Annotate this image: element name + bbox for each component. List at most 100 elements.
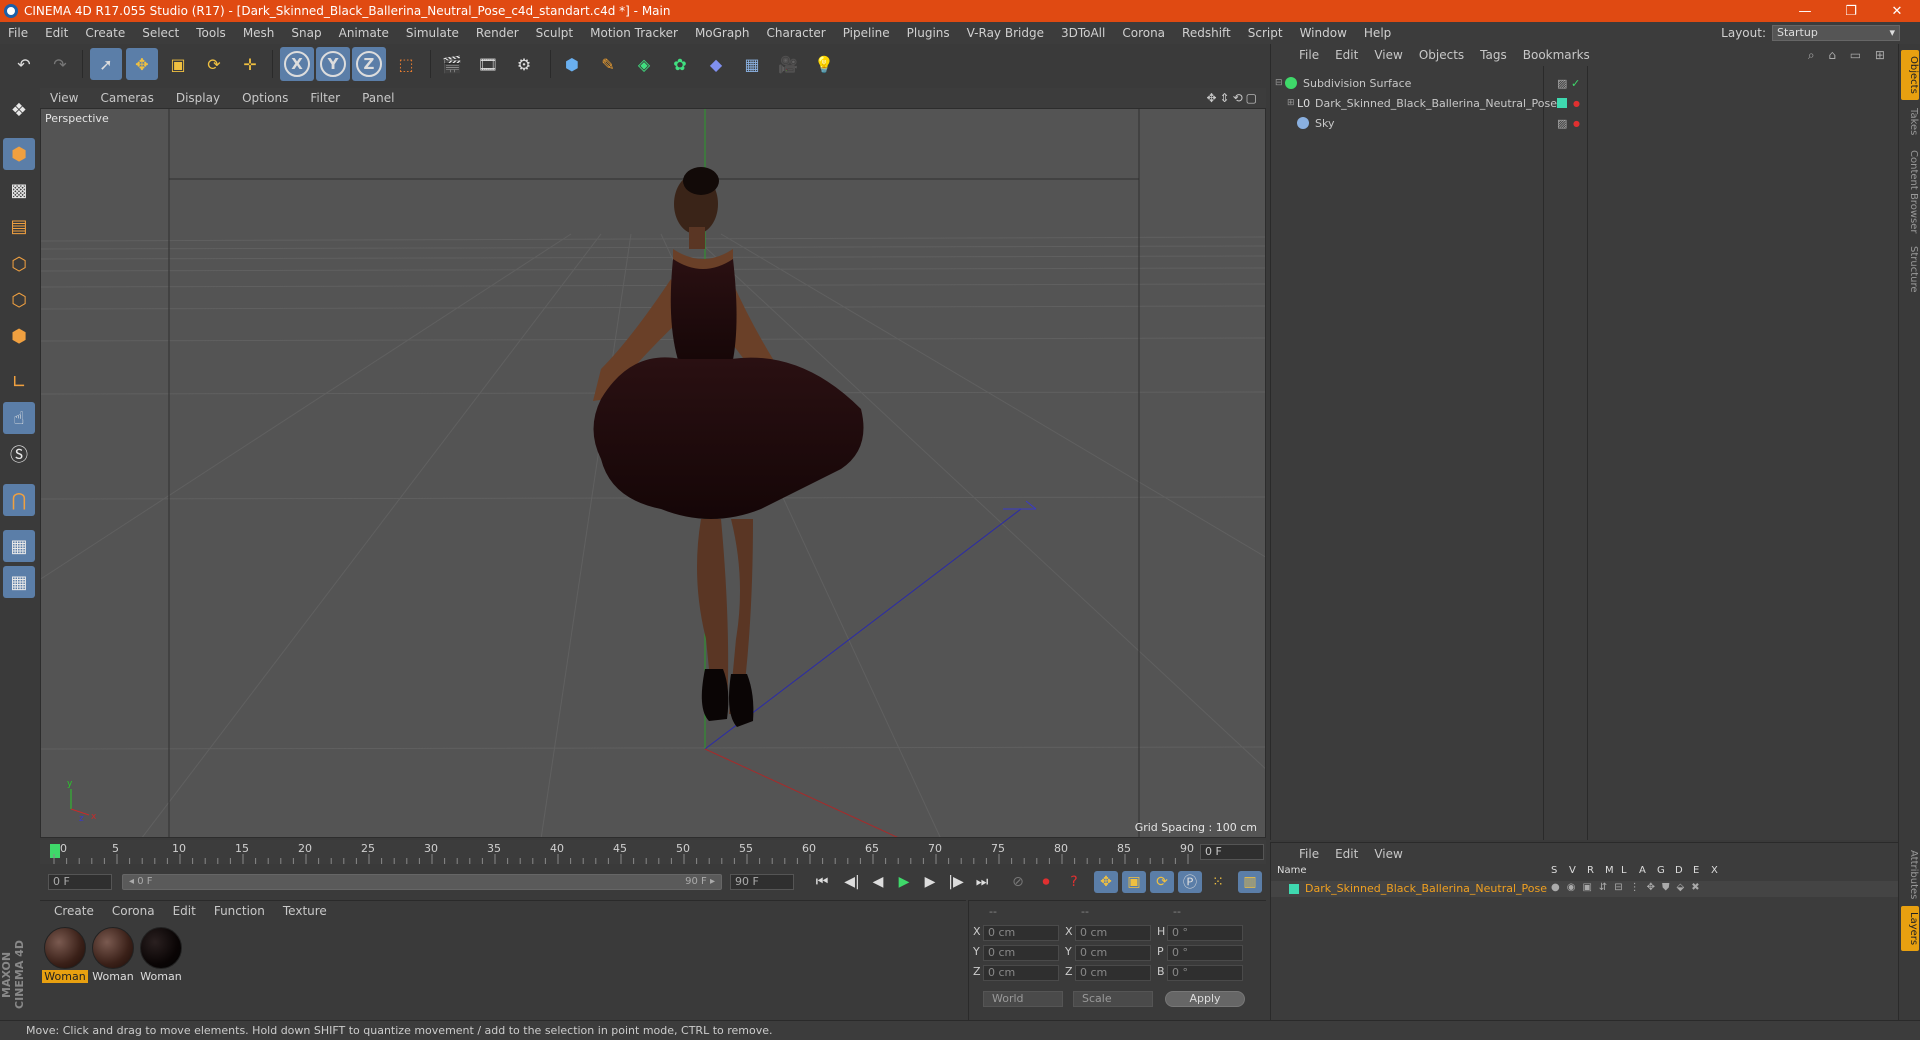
grid-snap-icon[interactable]: ▦ bbox=[3, 566, 35, 598]
menu-tools[interactable]: Tools bbox=[188, 26, 235, 40]
key-parameter-icon[interactable]: Ⓟ bbox=[1178, 871, 1202, 893]
menu-file[interactable]: File bbox=[0, 26, 37, 40]
range-slider[interactable]: ◂ 0 F 90 F ▸ bbox=[122, 874, 722, 890]
coordinate-mode-dropdown[interactable]: World bbox=[983, 991, 1063, 1007]
next-frame-icon[interactable]: ▶ bbox=[918, 871, 942, 893]
go-to-end-icon[interactable]: ⏭ bbox=[970, 871, 994, 893]
axis-mode-icon[interactable]: ∟ bbox=[3, 366, 35, 398]
points-mode-icon[interactable]: ⬡ bbox=[3, 248, 35, 280]
viewport-menu-panel[interactable]: Panel bbox=[352, 91, 406, 105]
material-tag-icon[interactable]: ▨ bbox=[1557, 117, 1567, 130]
object-menu-tags[interactable]: Tags bbox=[1474, 48, 1517, 62]
edges-mode-icon[interactable]: ⬡ bbox=[3, 284, 35, 316]
subdivision-generator-icon[interactable]: ◈ bbox=[628, 48, 660, 80]
make-editable-icon[interactable]: ❖ bbox=[3, 94, 35, 126]
pen-spline-icon[interactable]: ✎ bbox=[592, 48, 624, 80]
material-menu-create[interactable]: Create bbox=[46, 904, 104, 918]
size-z-field[interactable]: 0 cm bbox=[1075, 965, 1151, 981]
size-x-field[interactable]: 0 cm bbox=[1075, 925, 1151, 941]
object-menu-edit[interactable]: Edit bbox=[1329, 48, 1368, 62]
key-scale-icon[interactable]: ▣ bbox=[1122, 871, 1146, 893]
object-row-ballerina[interactable]: ⊞ L0 Dark_Skinned_Black_Ballerina_Neutra… bbox=[1275, 94, 1895, 112]
menu-sculpt[interactable]: Sculpt bbox=[528, 26, 582, 40]
tab-objects[interactable]: Objects bbox=[1901, 50, 1919, 100]
coordinate-system-icon[interactable]: ⬚ bbox=[390, 48, 422, 80]
size-y-field[interactable]: 0 cm bbox=[1075, 945, 1151, 961]
menu-render[interactable]: Render bbox=[468, 26, 528, 40]
position-z-field[interactable]: 0 cm bbox=[983, 965, 1059, 981]
enabled-check-icon[interactable]: ✓ bbox=[1571, 77, 1580, 90]
object-menu-objects[interactable]: Objects bbox=[1413, 48, 1474, 62]
menu-redshift[interactable]: Redshift bbox=[1174, 26, 1240, 40]
y-axis-lock-button[interactable]: Y bbox=[316, 47, 350, 81]
tab-structure[interactable]: Structure bbox=[1901, 240, 1919, 299]
z-axis-lock-button[interactable]: Z bbox=[352, 47, 386, 81]
viewport-menu-cameras[interactable]: Cameras bbox=[90, 91, 165, 105]
rotation-h-field[interactable]: 0 ° bbox=[1167, 925, 1243, 941]
render-settings-icon[interactable]: ⚙ bbox=[508, 48, 540, 80]
rotation-p-field[interactable]: 0 ° bbox=[1167, 945, 1243, 961]
solo-mode-icon[interactable]: Ⓢ bbox=[3, 438, 35, 470]
layer-menu-file[interactable]: File bbox=[1293, 847, 1329, 861]
visibility-dots-icon[interactable]: ● bbox=[1573, 99, 1580, 108]
layer-color-tag[interactable] bbox=[1557, 98, 1567, 108]
expand-toggle-icon[interactable]: ⊞ bbox=[1275, 98, 1297, 108]
minimize-button[interactable]: — bbox=[1782, 4, 1828, 19]
viewport-navigation-icons[interactable]: ✥⇕⟲▢ bbox=[1206, 91, 1266, 105]
material-swatch[interactable]: Woman bbox=[42, 927, 88, 985]
close-button[interactable]: ✕ bbox=[1874, 4, 1920, 19]
light-icon[interactable]: 💡 bbox=[808, 48, 840, 80]
visibility-dots-icon[interactable]: ● bbox=[1573, 119, 1580, 128]
menu-select[interactable]: Select bbox=[134, 26, 188, 40]
undo-icon[interactable]: ↶ bbox=[8, 48, 40, 80]
tab-attributes[interactable]: Attributes bbox=[1901, 844, 1919, 905]
menu-pipeline[interactable]: Pipeline bbox=[835, 26, 899, 40]
material-menu-corona[interactable]: Corona bbox=[104, 904, 165, 918]
menu-mesh[interactable]: Mesh bbox=[235, 26, 284, 40]
object-row-sky[interactable]: Sky ▨ ● bbox=[1275, 114, 1895, 132]
deformer-icon[interactable]: ◆ bbox=[700, 48, 732, 80]
key-position-icon[interactable]: ✥ bbox=[1094, 871, 1118, 893]
x-axis-lock-button[interactable]: X bbox=[280, 47, 314, 81]
3d-viewport[interactable]: y x z Perspective Grid Spacing : 100 cm bbox=[40, 108, 1266, 838]
tab-takes[interactable]: Takes bbox=[1901, 102, 1919, 141]
key-pla-icon[interactable]: ⁙ bbox=[1206, 871, 1230, 893]
layout-dropdown[interactable]: Startup bbox=[1772, 25, 1900, 41]
menu-vray-bridge[interactable]: V-Ray Bridge bbox=[959, 26, 1053, 40]
layer-menu-view[interactable]: View bbox=[1368, 847, 1412, 861]
viewport-menu-options[interactable]: Options bbox=[232, 91, 300, 105]
redo-icon[interactable]: ↷ bbox=[44, 48, 76, 80]
menu-help[interactable]: Help bbox=[1356, 26, 1400, 40]
camera-icon[interactable]: 🎥 bbox=[772, 48, 804, 80]
object-manager-search-icon[interactable]: ⌕ ⌂ ▭ ⊞ bbox=[1808, 48, 1898, 63]
menu-create[interactable]: Create bbox=[77, 26, 134, 40]
previous-key-icon[interactable]: ◀| bbox=[840, 871, 864, 893]
menu-corona[interactable]: Corona bbox=[1114, 26, 1174, 40]
floor-environment-icon[interactable]: ▦ bbox=[736, 48, 768, 80]
menu-script[interactable]: Script bbox=[1240, 26, 1292, 40]
tab-content-browser[interactable]: Content Browser bbox=[1901, 144, 1919, 239]
select-tool-icon[interactable]: ➚ bbox=[90, 48, 122, 80]
layer-toggle-icons[interactable]: ●◉▣⇵⊟⋮✥⛊⬙✖ bbox=[1551, 882, 1707, 893]
material-menu-function[interactable]: Function bbox=[206, 904, 275, 918]
collapse-toggle-icon[interactable]: ⊟ bbox=[1275, 78, 1285, 88]
viewport-menu-view[interactable]: View bbox=[40, 91, 90, 105]
apply-button[interactable]: Apply bbox=[1165, 991, 1245, 1007]
rotation-b-field[interactable]: 0 ° bbox=[1167, 965, 1243, 981]
object-menu-file[interactable]: File bbox=[1293, 48, 1329, 62]
render-view-icon[interactable]: 🎬 bbox=[436, 48, 468, 80]
start-frame-field[interactable]: 0 F bbox=[48, 874, 112, 890]
tab-layers[interactable]: Layers bbox=[1901, 906, 1919, 952]
viewport-menu-filter[interactable]: Filter bbox=[300, 91, 352, 105]
menu-mograph[interactable]: MoGraph bbox=[687, 26, 759, 40]
snapping-icon[interactable]: ⋂ bbox=[3, 484, 35, 516]
object-menu-bookmarks[interactable]: Bookmarks bbox=[1517, 48, 1600, 62]
material-menu-texture[interactable]: Texture bbox=[275, 904, 337, 918]
restore-button[interactable]: ❐ bbox=[1828, 4, 1874, 19]
go-to-start-icon[interactable]: ⏮ bbox=[810, 871, 834, 893]
previous-frame-icon[interactable]: ◀ bbox=[866, 871, 890, 893]
autokeying-icon[interactable]: ? bbox=[1062, 871, 1086, 893]
add-object-tool-icon[interactable]: ✛ bbox=[234, 48, 266, 80]
end-frame-field[interactable]: 90 F bbox=[730, 874, 794, 890]
scale-tool-icon[interactable]: ▣ bbox=[162, 48, 194, 80]
